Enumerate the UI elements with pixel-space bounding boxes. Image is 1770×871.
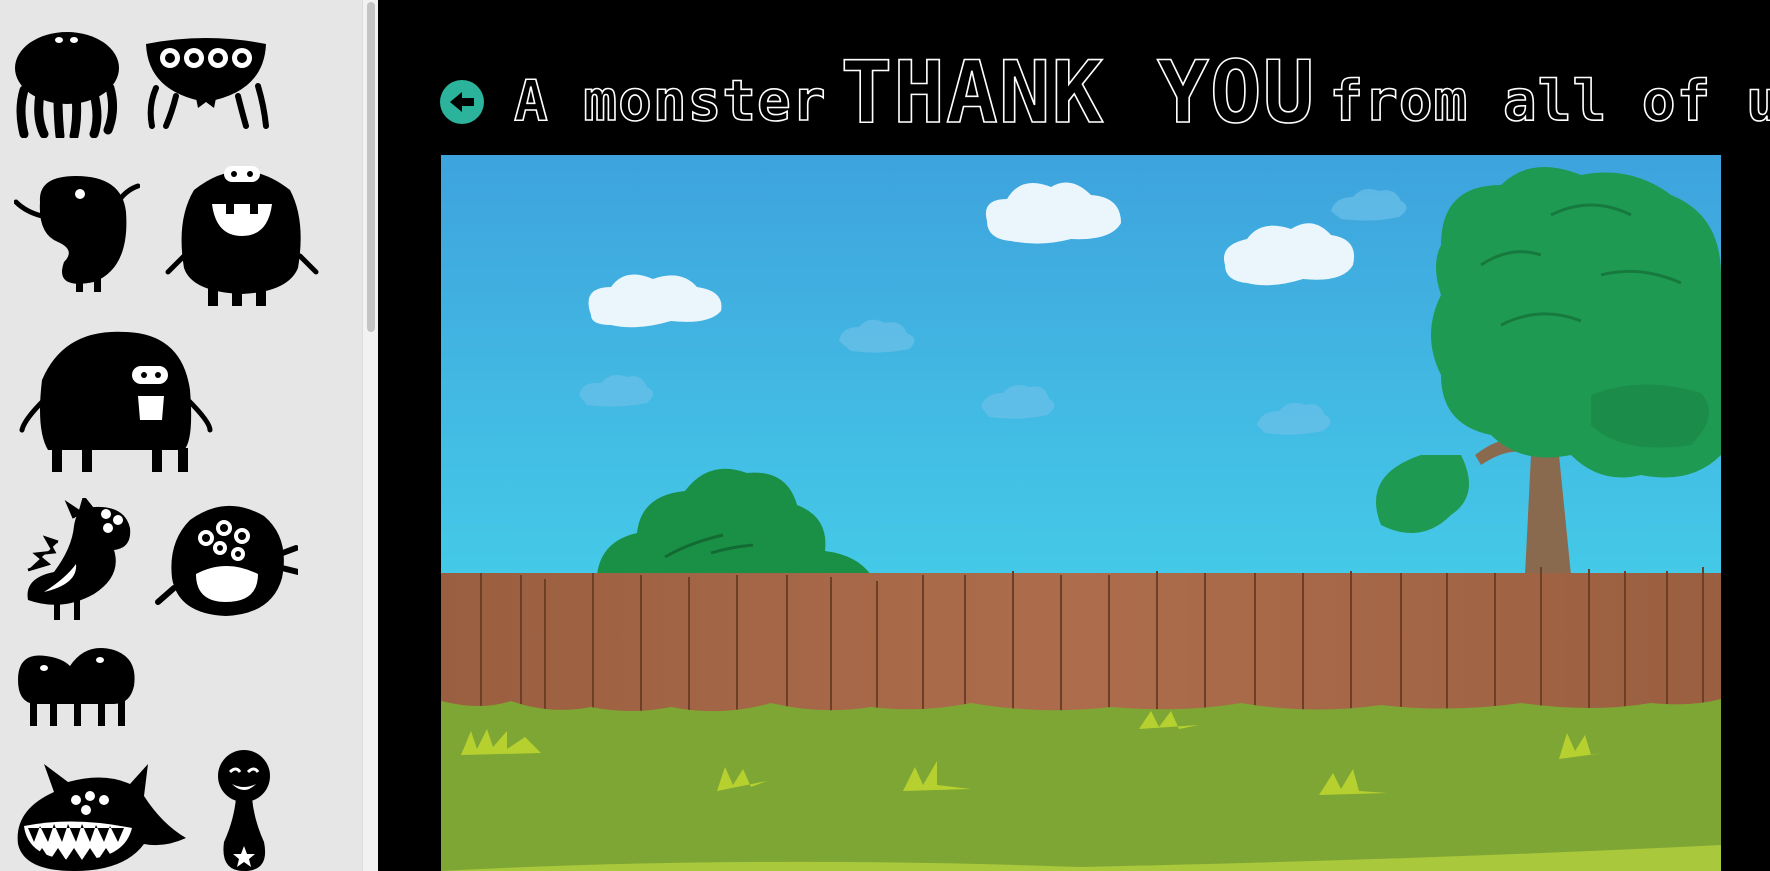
headline-part1: A monster bbox=[513, 69, 827, 134]
back-button[interactable] bbox=[440, 80, 484, 124]
monster-big-furry[interactable] bbox=[14, 330, 218, 474]
monster-waving-blob[interactable] bbox=[14, 172, 140, 296]
sidebar-scrollbar-thumb[interactable] bbox=[367, 2, 375, 332]
headline-big: THANK YOU bbox=[840, 43, 1316, 143]
backyard-scene-canvas[interactable] bbox=[441, 155, 1721, 871]
fence bbox=[441, 567, 1721, 715]
sidebar-scrollbar[interactable] bbox=[362, 0, 378, 871]
monster-many-eyed-fuzzy[interactable] bbox=[154, 498, 298, 622]
main-canvas-area: A monster THANK YOU from all of us! bbox=[378, 0, 1770, 871]
monster-jellyfish[interactable] bbox=[14, 30, 120, 138]
monster-star-belly[interactable] bbox=[214, 750, 274, 871]
lawn bbox=[441, 699, 1721, 871]
monster-palette-sidebar bbox=[0, 0, 378, 871]
monster-four-eyed-bug[interactable] bbox=[142, 36, 270, 132]
page-title: A monster THANK YOU from all of us! bbox=[513, 36, 1770, 143]
arrow-left-icon bbox=[450, 92, 474, 112]
monster-toothy-horned[interactable] bbox=[14, 764, 186, 871]
monster-two-hump-bug[interactable] bbox=[14, 646, 138, 728]
headline-part2: from all of us! bbox=[1329, 69, 1770, 134]
monster-grinning-round[interactable] bbox=[164, 160, 320, 308]
monster-spiky-dragon[interactable] bbox=[14, 498, 134, 622]
